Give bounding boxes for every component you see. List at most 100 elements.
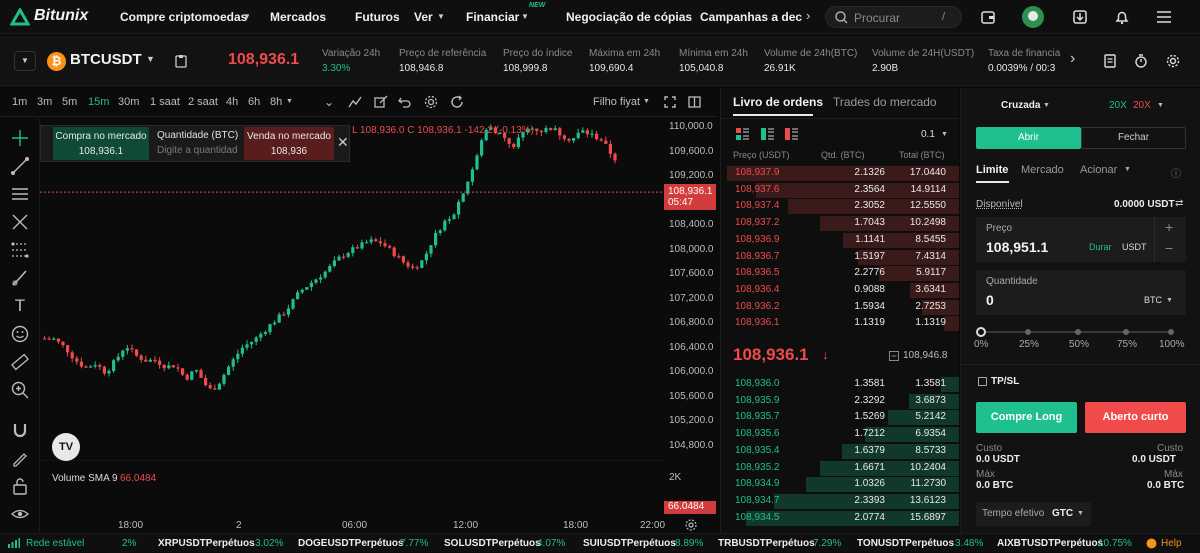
slider-stop[interactable] — [1123, 329, 1129, 335]
lock-icon[interactable] — [10, 476, 30, 496]
orderbook-row[interactable]: 108,936.7 1.5197 7.4314 — [721, 249, 959, 265]
timeframe-8h[interactable]: 8h — [270, 96, 282, 108]
increment-button[interactable]: + — [1165, 219, 1173, 235]
emoji-icon[interactable] — [10, 324, 30, 344]
quantity-unit-select[interactable]: BTC — [1144, 295, 1162, 305]
orderbook-row[interactable]: 108,936.2 1.5934 2.7253 — [721, 299, 959, 315]
search-box[interactable]: Procurar / — [825, 6, 962, 28]
chevron-down-icon[interactable]: ⌄ — [324, 95, 334, 109]
tab-close[interactable]: Fechar — [1081, 127, 1186, 149]
orderbook-row[interactable]: 108,935.2 1.6671 10.2404 — [721, 460, 959, 476]
magnet-icon[interactable] — [10, 420, 30, 440]
tab-market-trades[interactable]: Trades do mercado — [833, 95, 937, 109]
clipboard-icon[interactable] — [175, 54, 187, 68]
orderbook-row[interactable]: 108,935.4 1.6379 8.5733 — [721, 443, 959, 459]
footer-ticker-symbol[interactable]: AIXBTUSDTPerpétuos — [997, 538, 1103, 549]
layout-icon[interactable] — [688, 96, 701, 108]
quantity-input-box[interactable]: Quantidade 0 BTC ▼ — [976, 270, 1186, 315]
orderbook-row[interactable]: 108,937.4 2.3052 12.5550 — [721, 198, 959, 215]
indicators-icon[interactable] — [348, 96, 362, 108]
help-link[interactable]: Help — [1161, 538, 1182, 549]
wallet-icon[interactable] — [980, 9, 996, 25]
bell-icon[interactable] — [1114, 9, 1130, 25]
orderbook-row[interactable]: 108,935.6 1.7212 6.9354 — [721, 426, 959, 443]
quantity-input[interactable]: 0 — [986, 292, 994, 308]
nav-view[interactable]: Ver — [414, 10, 433, 24]
order-type-market[interactable]: Mercado — [1021, 164, 1064, 176]
slider-stop[interactable] — [1168, 329, 1174, 335]
info-icon[interactable]: ⓘ — [1171, 165, 1181, 180]
symbol-dropdown-icon[interactable]: ▼ — [146, 54, 155, 64]
precision-select[interactable]: 0.1 — [921, 129, 935, 140]
orderbook-row[interactable]: 108,936.1 1.1319 1.1319 — [721, 315, 959, 332]
close-icon[interactable]: ✕ — [337, 134, 349, 151]
order-type-limit[interactable]: Limite — [976, 164, 1008, 176]
footer-ticker-symbol[interactable]: TONUSDTPerpétuos — [857, 538, 954, 549]
orderbook-row[interactable]: 108,935.9 2.3292 3.6873 — [721, 393, 959, 409]
timeframe-6h[interactable]: 6h — [248, 96, 260, 108]
brush-icon[interactable] — [10, 268, 30, 288]
orderbook-row[interactable]: 108,937.6 2.3564 14.9114 — [721, 182, 959, 198]
horizontal-lines-icon[interactable] — [10, 184, 30, 204]
leverage-short[interactable]: 20X — [1133, 100, 1151, 111]
fullscreen-icon[interactable] — [664, 96, 676, 108]
tradingview-logo[interactable]: TV — [52, 433, 80, 461]
refresh-icon[interactable] — [450, 95, 464, 109]
brand-name[interactable]: Bitunix — [34, 7, 88, 25]
margin-mode-select[interactable]: Cruzada — [1001, 100, 1040, 111]
nav-futures[interactable]: Futuros — [355, 10, 400, 24]
menu-icon[interactable] — [1156, 10, 1172, 24]
pitchfork-icon[interactable] — [10, 212, 30, 232]
orderbook-row[interactable]: 108,937.9 2.1326 17.0440 — [721, 165, 959, 181]
symbol-name[interactable]: BTCUSDT — [70, 51, 142, 68]
timeframe-1saat[interactable]: 1 saat — [150, 96, 180, 108]
nav-markets[interactable]: Mercados — [270, 10, 326, 24]
timeframe-2saat[interactable]: 2 saat — [188, 96, 218, 108]
price-mode-last[interactable]: Durar — [1089, 242, 1112, 252]
chart-area[interactable]: 1m 3m 5m 15m 30m 1 saat 2 saat 4h 6h 8h ▼ ⌄ Filho … — [0, 88, 718, 533]
orderbook-row[interactable]: 108,934.5 2.0774 15.6897 — [721, 510, 959, 526]
document-icon[interactable] — [1103, 54, 1117, 68]
time-in-force-select[interactable]: Tempo efetivo GTC ▼ — [976, 502, 1091, 526]
orderbook-row[interactable]: 108,936.5 2.2776 5.9117 — [721, 265, 959, 282]
leverage-long[interactable]: 20X — [1109, 100, 1127, 111]
eye-icon[interactable] — [10, 504, 30, 524]
orderbook-row[interactable]: 108,936.9 1.1141 8.5455 — [721, 232, 959, 248]
timer-icon[interactable] — [1134, 54, 1148, 68]
timeframe-3m[interactable]: 3m — [37, 96, 52, 108]
chart-style-select[interactable]: Filho fiyat — [593, 96, 640, 108]
zoom-in-icon[interactable] — [10, 380, 30, 400]
nav-finance[interactable]: Financiar — [466, 10, 519, 24]
candlestick-plot[interactable] — [40, 118, 664, 461]
chevron-right-icon[interactable]: › — [1070, 50, 1075, 68]
book-asks-icon[interactable] — [785, 128, 798, 141]
settings-icon[interactable] — [1166, 54, 1180, 68]
orderbook-row[interactable]: 108,936.0 1.3581 1.3581 — [721, 376, 959, 392]
slider-stop[interactable] — [1075, 329, 1081, 335]
slider-stop[interactable] — [1025, 329, 1031, 335]
price-input[interactable]: 108,951.1 — [986, 239, 1048, 255]
footer-ticker-symbol[interactable]: XRPUSDTPerpétuos — [158, 538, 255, 549]
axis-settings-icon[interactable] — [684, 518, 698, 532]
open-short-button[interactable]: Aberto curto — [1085, 402, 1186, 433]
tab-open[interactable]: Abrir — [976, 127, 1081, 149]
nav-campaigns[interactable]: Campanhas a decorrer — [700, 10, 802, 24]
footer-ticker-symbol[interactable]: TRBUSDTPerpétuos — [718, 538, 815, 549]
timeframe-1m[interactable]: 1m — [12, 96, 27, 108]
slider-stop[interactable] — [976, 327, 986, 337]
market-buy-button[interactable]: Compra no mercado 108,936.1 — [53, 127, 149, 160]
chevron-right-icon[interactable]: › — [806, 8, 810, 23]
book-both-icon[interactable] — [736, 128, 749, 141]
search-input[interactable]: Procurar — [854, 11, 900, 25]
chart-settings-icon[interactable] — [424, 95, 438, 109]
book-bids-icon[interactable] — [761, 128, 774, 141]
transfer-icon[interactable]: ⇄ — [1175, 198, 1183, 209]
pencil-lock-icon[interactable] — [10, 448, 30, 468]
timeframe-30m[interactable]: 30m — [118, 96, 139, 108]
buy-long-button[interactable]: Compre Long — [976, 402, 1077, 433]
avatar[interactable] — [1022, 6, 1044, 28]
footer-ticker-symbol[interactable]: DOGEUSDTPerpétuos — [298, 538, 404, 549]
order-type-trigger[interactable]: Acionar — [1080, 164, 1117, 176]
footer-ticker-symbol[interactable]: SUIUSDTPerpétuos — [583, 538, 676, 549]
text-tool-icon[interactable]: T — [10, 296, 30, 316]
